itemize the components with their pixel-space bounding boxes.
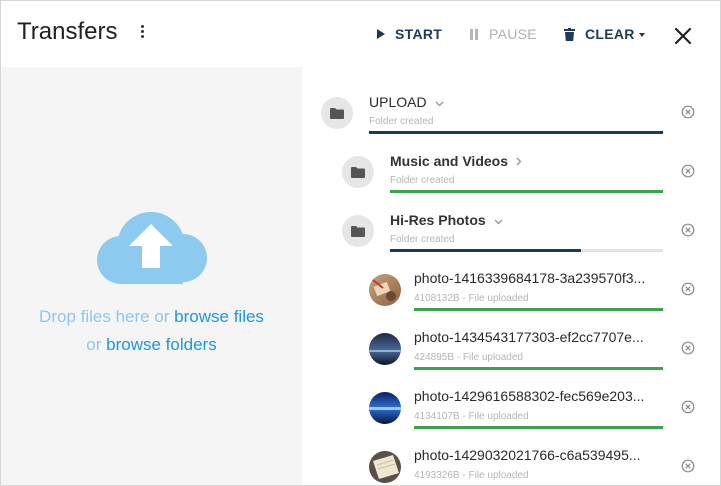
folder-icon [321, 97, 353, 129]
progress-fill [390, 249, 582, 252]
folder-icon [342, 156, 374, 188]
transfer-name: photo-1429032021766-c6a539495... [414, 447, 641, 463]
caret-down-icon [638, 32, 645, 37]
transfer-row: UPLOAD Folder created [302, 87, 720, 142]
progress-track [414, 367, 663, 370]
trash-icon [564, 27, 575, 41]
close-icon[interactable] [673, 26, 693, 46]
start-label: START [395, 26, 443, 42]
chevron-down-icon[interactable] [435, 94, 444, 110]
photo-thumbnail [369, 274, 401, 306]
transfer-name-row: UPLOAD [369, 94, 444, 110]
transfer-name: photo-1434543177303-ef2cc7707e... [414, 329, 644, 345]
transfer-status: 4134107B - File uploaded [414, 411, 529, 422]
progress-track [414, 426, 663, 429]
transfer-status: Folder created [390, 234, 455, 245]
transfer-row: photo-1429616588302-fec569e203... 413410… [302, 382, 720, 437]
transfer-status: 4108132B - File uploaded [414, 293, 529, 304]
transfer-status: 424895B - File uploaded [414, 352, 523, 363]
clear-button[interactable]: CLEAR [564, 26, 645, 42]
pause-button[interactable]: PAUSE [469, 26, 537, 42]
progress-fill [414, 308, 663, 311]
more-options-icon[interactable] [135, 25, 149, 43]
transfer-row: Hi-Res Photos Folder created [302, 205, 720, 260]
transfer-status: Folder created [369, 116, 434, 127]
play-icon [376, 29, 385, 39]
drop-text-prefix: Drop files here or [39, 307, 175, 326]
chevron-down-icon[interactable] [494, 212, 503, 228]
remove-icon[interactable] [681, 282, 695, 296]
progress-track [390, 190, 663, 193]
transfer-status: Folder created [390, 175, 455, 186]
browse-files-link[interactable]: browse files [174, 307, 264, 326]
chevron-right-icon[interactable] [516, 153, 522, 169]
dialog-title: Transfers [17, 18, 118, 45]
transfer-status: 4193326B - File uploaded [414, 470, 529, 481]
remove-icon[interactable] [681, 223, 695, 237]
drop-text-line-2: or browse folders [1, 331, 302, 359]
transfer-name-row: Music and Videos [390, 153, 522, 169]
progress-fill [390, 190, 663, 193]
transfer-row: photo-1434543177303-ef2cc7707e... 424895… [302, 323, 720, 378]
photo-thumbnail [369, 333, 401, 365]
progress-track [390, 249, 663, 252]
progress-fill [414, 426, 663, 429]
progress-track [414, 308, 663, 311]
transfer-row: photo-1429032021766-c6a539495... 4193326… [302, 441, 720, 485]
transfer-name: UPLOAD [369, 94, 427, 110]
progress-fill [369, 131, 663, 134]
transfers-dialog: Transfers START PAUSE CLEAR Drop files h… [0, 0, 721, 486]
folder-icon [342, 215, 374, 247]
remove-icon[interactable] [681, 105, 695, 119]
pause-icon [469, 28, 479, 40]
pause-label: PAUSE [489, 26, 537, 42]
transfer-name: photo-1416339684178-3a239570f3... [414, 270, 646, 286]
progress-track [369, 131, 663, 134]
dialog-header: Transfers START PAUSE CLEAR [1, 1, 720, 67]
transfer-row: Music and Videos Folder created [302, 146, 720, 201]
transfer-name-row: Hi-Res Photos [390, 212, 503, 228]
transfer-list: UPLOAD Folder created Music and Videos F… [302, 67, 720, 485]
transfer-name: Hi-Res Photos [390, 212, 486, 228]
remove-icon[interactable] [681, 341, 695, 355]
clear-label: CLEAR [585, 26, 635, 42]
remove-icon[interactable] [681, 164, 695, 178]
remove-icon[interactable] [681, 400, 695, 414]
progress-fill [414, 367, 663, 370]
transfer-name: Music and Videos [390, 153, 508, 169]
transfer-name: photo-1429616588302-fec569e203... [414, 388, 645, 404]
start-button[interactable]: START [376, 26, 442, 42]
transfer-row: photo-1416339684178-3a239570f3... 410813… [302, 264, 720, 319]
drop-zone[interactable]: Drop files here or browse files or brows… [1, 67, 302, 485]
photo-thumbnail [369, 392, 401, 424]
photo-thumbnail [369, 451, 401, 483]
drop-text-line-1: Drop files here or browse files [1, 303, 302, 331]
drop-text-or: or [86, 335, 107, 354]
cloud-upload-icon [95, 210, 209, 286]
browse-folders-link[interactable]: browse folders [106, 335, 217, 354]
remove-icon[interactable] [681, 459, 695, 473]
